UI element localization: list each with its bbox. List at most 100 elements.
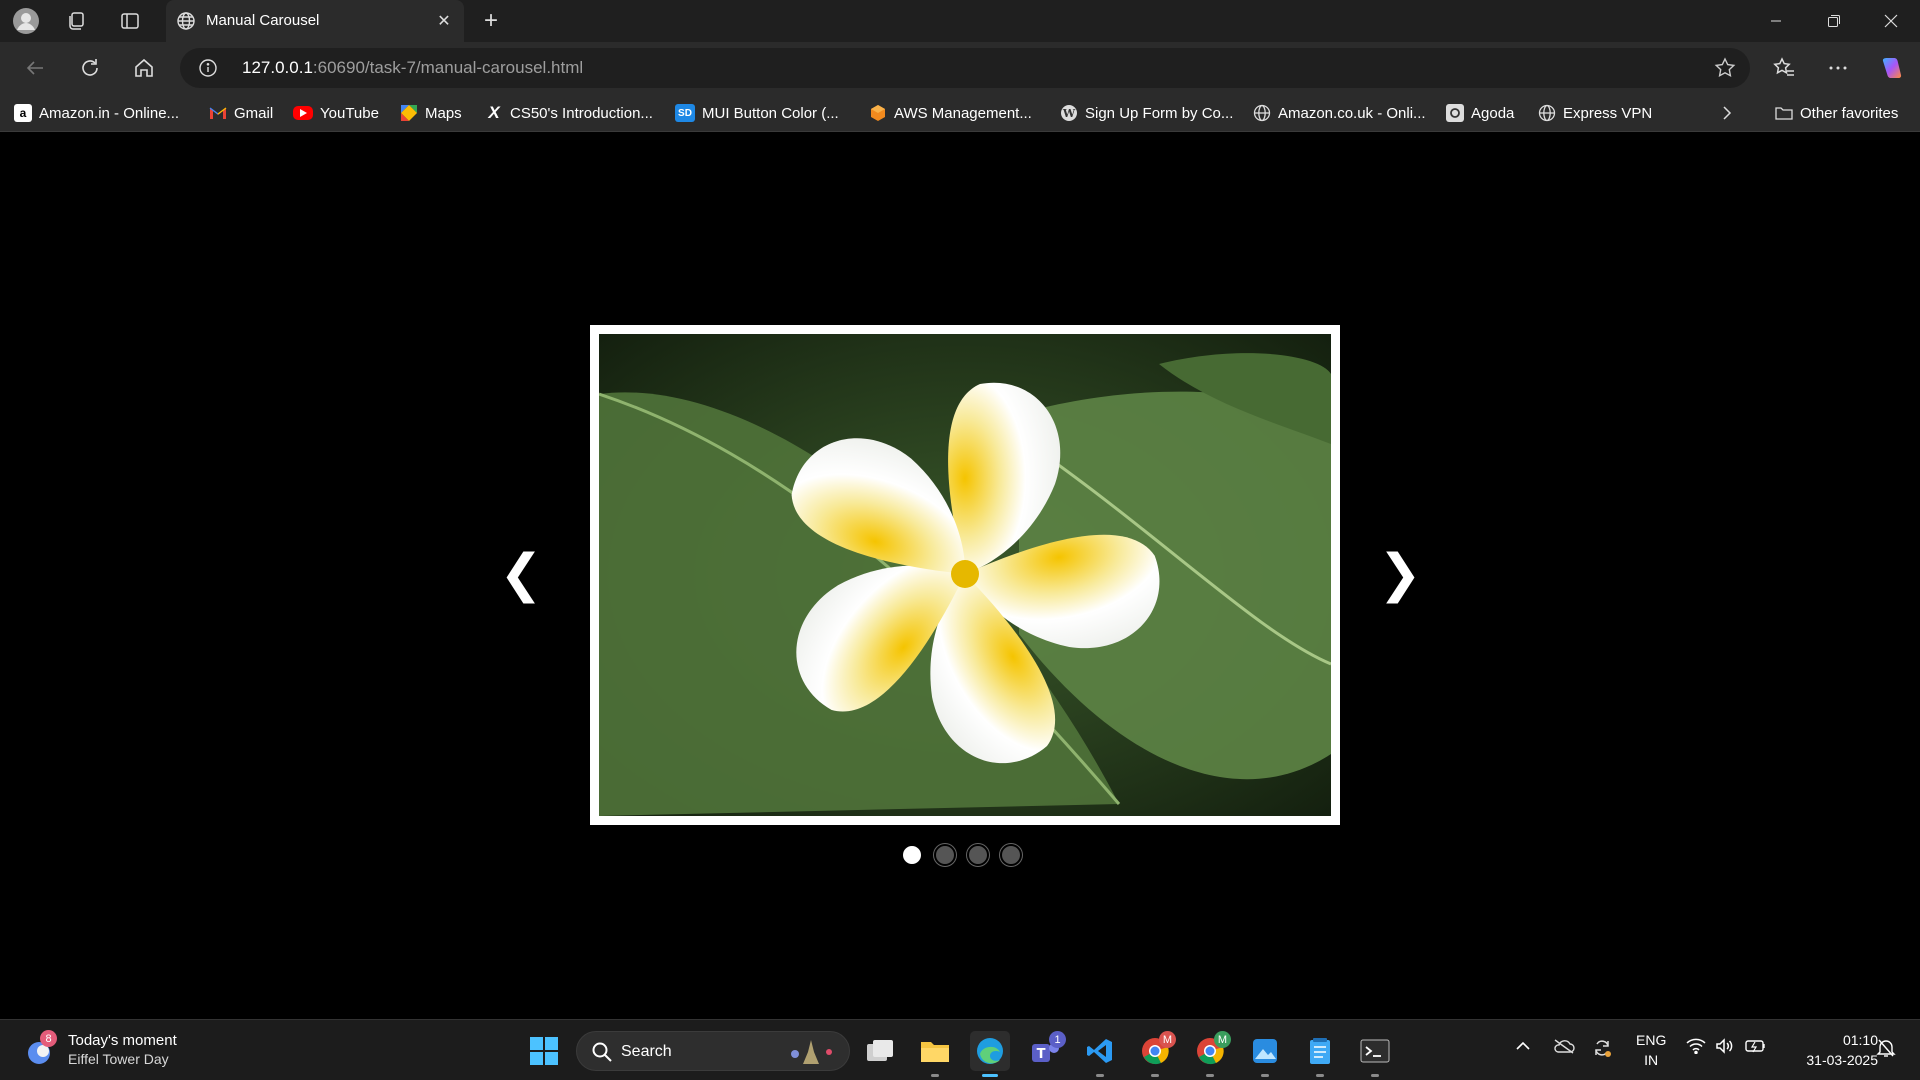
clock-date: 31-03-2025 <box>1806 1052 1878 1068</box>
bookmark-label: Amazon.in - Online... <box>39 104 180 122</box>
file-explorer-icon[interactable] <box>915 1031 955 1077</box>
bookmark-cs50[interactable]: X CS50's Introduction... <box>485 102 653 124</box>
volume-icon[interactable] <box>1715 1038 1735 1057</box>
wifi-icon[interactable] <box>1686 1038 1706 1057</box>
bookmark-label: Gmail <box>234 104 274 122</box>
aws-icon <box>869 104 887 122</box>
running-indicator <box>931 1074 939 1077</box>
notifications-icon[interactable] <box>1876 1038 1896 1061</box>
sync-icon[interactable] <box>1592 1038 1612 1061</box>
site-info-icon[interactable] <box>198 58 218 78</box>
bookmark-label: AWS Management... <box>894 104 1032 122</box>
input-language-indicator[interactable]: ENG IN <box>1636 1030 1666 1070</box>
youtube-icon <box>293 106 313 120</box>
address-bar[interactable]: 127.0.0.1:60690/task-7/manual-carousel.h… <box>180 48 1750 88</box>
globe-icon <box>176 11 196 31</box>
agoda-icon <box>1446 104 1464 122</box>
svg-text:W: W <box>1062 107 1076 120</box>
folder-icon <box>1775 104 1793 122</box>
carousel-slide-image <box>599 334 1331 816</box>
vscode-icon[interactable] <box>1080 1031 1120 1077</box>
show-hidden-icons-chevron-icon[interactable] <box>1515 1038 1531 1057</box>
eiffel-tower-search-highlight-icon <box>785 1038 837 1071</box>
url-path: :60690/task-7/manual-carousel.html <box>312 58 584 77</box>
chrome-profile-badge: M <box>1159 1031 1176 1048</box>
gmail-icon <box>209 104 227 122</box>
carousel-dot-2[interactable] <box>934 844 956 866</box>
terminal-icon[interactable] <box>1355 1031 1395 1077</box>
task-view-icon[interactable] <box>860 1031 900 1071</box>
url-text[interactable]: 127.0.0.1:60690/task-7/manual-carousel.h… <box>242 58 583 78</box>
bookmark-agoda[interactable]: Agoda <box>1446 102 1514 124</box>
back-button[interactable] <box>17 50 53 86</box>
carousel-next-button[interactable]: ❯ <box>1378 544 1422 604</box>
sd-icon: SD <box>675 104 695 122</box>
start-button[interactable] <box>524 1031 564 1071</box>
more-options-icon[interactable] <box>1820 50 1856 86</box>
bookmark-label: MUI Button Color (... <box>702 104 839 122</box>
bookmark-mui[interactable]: SD MUI Button Color (... <box>675 102 839 124</box>
globe-icon <box>1253 104 1271 122</box>
bookmark-signup-form[interactable]: W Sign Up Form by Co... <box>1060 102 1233 124</box>
clock-time: 01:10 <box>1842 1032 1878 1048</box>
restore-button[interactable] <box>1805 0 1863 42</box>
lang-line-2: IN <box>1644 1052 1659 1068</box>
bookmark-youtube[interactable]: YouTube <box>293 102 379 124</box>
other-favorites[interactable]: Other favorites <box>1775 102 1898 124</box>
carousel-dot-1[interactable] <box>901 844 923 866</box>
widget-subtitle: Eiffel Tower Day <box>68 1051 169 1067</box>
running-indicator <box>1261 1074 1269 1077</box>
amazon-icon: a <box>14 104 32 122</box>
bookmark-amazon-co-uk[interactable]: Amazon.co.uk - Onli... <box>1253 102 1426 124</box>
taskbar-clock[interactable]: 01:10 31-03-2025 <box>1806 1030 1878 1070</box>
carousel-prev-button[interactable]: ❮ <box>499 544 543 604</box>
carousel-dot-4[interactable] <box>1000 844 1022 866</box>
favorites-bar: a Amazon.in - Online... Gmail YouTube Ma… <box>0 94 1920 132</box>
chrome-icon[interactable]: M <box>1135 1031 1176 1077</box>
running-indicator <box>1206 1074 1214 1077</box>
widgets-button[interactable]: 8 Today's moment Eiffel Tower Day <box>24 1028 177 1072</box>
bookmark-label: YouTube <box>320 104 379 122</box>
taskbar-search[interactable]: Search <box>576 1031 850 1071</box>
teams-icon[interactable]: T 1 <box>1025 1031 1066 1071</box>
bookmark-label: Sign Up Form by Co... <box>1085 104 1234 122</box>
close-tab-icon[interactable]: ✕ <box>434 11 454 31</box>
refresh-button[interactable] <box>72 50 108 86</box>
vertical-tabs-icon[interactable] <box>114 5 146 37</box>
navigation-bar: 127.0.0.1:60690/task-7/manual-carousel.h… <box>0 42 1920 94</box>
other-favorites-label: Other favorites <box>1800 104 1899 122</box>
active-tab[interactable]: Manual Carousel ✕ <box>166 0 464 42</box>
carousel-dot-3[interactable] <box>967 844 989 866</box>
notepad-icon[interactable] <box>1300 1031 1340 1077</box>
new-tab-button[interactable]: + <box>475 5 507 37</box>
bookmark-gmail[interactable]: Gmail <box>209 102 273 124</box>
favorites-icon[interactable] <box>1766 50 1802 86</box>
minimize-button[interactable] <box>1747 0 1805 42</box>
battery-icon[interactable] <box>1745 1038 1767 1057</box>
more-bookmarks-chevron-icon[interactable] <box>1720 102 1734 124</box>
edge-icon[interactable] <box>970 1031 1010 1077</box>
profile-avatar-icon[interactable] <box>10 5 42 37</box>
running-indicator <box>1371 1074 1379 1077</box>
close-window-button[interactable] <box>1862 0 1920 42</box>
favorite-star-icon[interactable] <box>1714 57 1736 79</box>
carousel-slide-frame <box>590 325 1340 825</box>
teams-badge: 1 <box>1049 1031 1066 1048</box>
page-viewport: ❮ ❯ <box>5 134 1915 1016</box>
bookmark-aws[interactable]: AWS Management... <box>869 102 1032 124</box>
chrome-icon[interactable]: M <box>1190 1031 1231 1077</box>
workspaces-icon[interactable] <box>60 5 92 37</box>
home-button[interactable] <box>126 50 162 86</box>
photos-icon[interactable] <box>1245 1031 1285 1077</box>
onedrive-offline-icon[interactable] <box>1553 1038 1575 1057</box>
copilot-icon[interactable] <box>1874 50 1910 86</box>
lang-line-1: ENG <box>1636 1032 1667 1048</box>
bookmark-express-vpn[interactable]: Express VPN <box>1538 102 1652 124</box>
globe-icon <box>1538 104 1556 122</box>
chrome-profile-badge: M <box>1214 1031 1231 1048</box>
bookmark-amazon-in[interactable]: a Amazon.in - Online... <box>14 102 179 124</box>
search-placeholder: Search <box>621 1043 672 1060</box>
bookmark-maps[interactable]: Maps <box>400 102 462 124</box>
tab-title: Manual Carousel <box>206 12 320 29</box>
search-icon <box>591 1041 613 1068</box>
